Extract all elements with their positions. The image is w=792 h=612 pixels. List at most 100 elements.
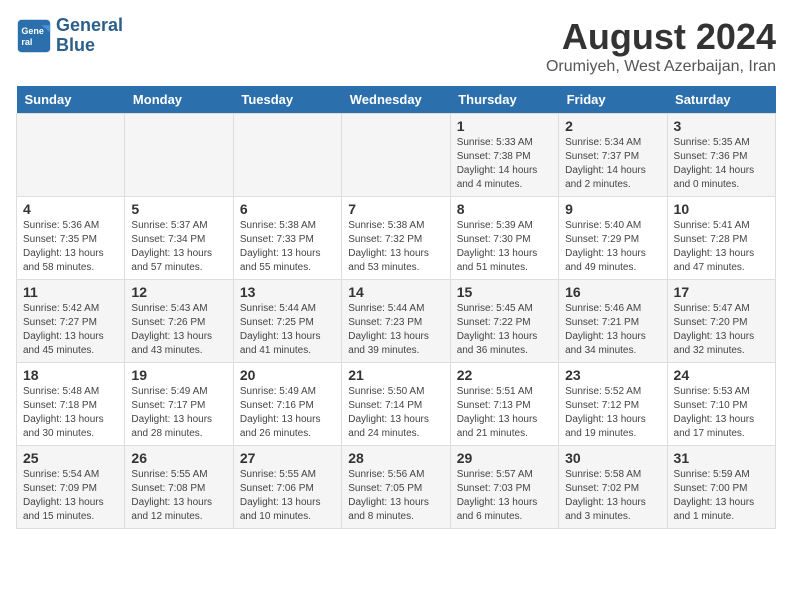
svg-text:ral: ral bbox=[21, 37, 32, 47]
calendar-cell: 16 Sunrise: 5:46 AMSunset: 7:21 PMDayligh… bbox=[559, 280, 667, 363]
day-info: Sunrise: 5:57 AMSunset: 7:03 PMDaylight:… bbox=[457, 468, 552, 524]
day-number: 7 bbox=[348, 201, 443, 217]
day-info: Sunrise: 5:52 AMSunset: 7:12 PMDaylight:… bbox=[565, 385, 660, 441]
calendar-cell: 17Sunrise: 5:47 AMSunset: 7:20 PMDayligh… bbox=[667, 280, 775, 363]
calendar-cell: 3 Sunrise: 5:35 AMSunset: 7:36 PMDaylight… bbox=[667, 114, 775, 197]
day-info: Sunrise: 5:51 AMSunset: 7:13 PMDaylight:… bbox=[457, 385, 552, 441]
logo-icon: Gene ral bbox=[16, 18, 52, 54]
day-number: 29 bbox=[457, 450, 552, 466]
day-number: 15 bbox=[457, 284, 552, 300]
day-number: 28 bbox=[348, 450, 443, 466]
day-info: Sunrise: 5:55 AMSunset: 7:08 PMDaylight:… bbox=[131, 468, 226, 524]
day-number: 10 bbox=[674, 201, 769, 217]
calendar-cell: 2 Sunrise: 5:34 AMSunset: 7:37 PMDaylight… bbox=[559, 114, 667, 197]
calendar-cell: 24Sunrise: 5:53 AMSunset: 7:10 PMDayligh… bbox=[667, 363, 775, 446]
day-number: 30 bbox=[565, 450, 660, 466]
calendar-header-thursday: Thursday bbox=[450, 86, 558, 114]
calendar-cell: 30 Sunrise: 5:58 AMSunset: 7:02 PMDayligh… bbox=[559, 446, 667, 529]
day-info: Sunrise: 5:49 AMSunset: 7:17 PMDaylight:… bbox=[131, 385, 226, 441]
day-number: 26 bbox=[131, 450, 226, 466]
day-info: Sunrise: 5:35 AMSunset: 7:36 PMDaylight:… bbox=[674, 136, 769, 192]
day-number: 12 bbox=[131, 284, 226, 300]
day-info: Sunrise: 5:42 AMSunset: 7:27 PMDaylight:… bbox=[23, 302, 118, 358]
day-number: 18 bbox=[23, 367, 118, 383]
day-number: 13 bbox=[240, 284, 335, 300]
day-number: 21 bbox=[348, 367, 443, 383]
calendar-cell bbox=[342, 114, 450, 197]
day-info: Sunrise: 5:44 AMSunset: 7:25 PMDaylight:… bbox=[240, 302, 335, 358]
day-info: Sunrise: 5:40 AMSunset: 7:29 PMDaylight:… bbox=[565, 219, 660, 275]
day-info: Sunrise: 5:43 AMSunset: 7:26 PMDaylight:… bbox=[131, 302, 226, 358]
calendar-cell: 8 Sunrise: 5:39 AMSunset: 7:30 PMDaylight… bbox=[450, 197, 558, 280]
day-info: Sunrise: 5:49 AMSunset: 7:16 PMDaylight:… bbox=[240, 385, 335, 441]
calendar-week-row: 4 Sunrise: 5:36 AMSunset: 7:35 PMDaylight… bbox=[17, 197, 776, 280]
day-number: 20 bbox=[240, 367, 335, 383]
calendar-week-row: 18Sunrise: 5:48 AMSunset: 7:18 PMDayligh… bbox=[17, 363, 776, 446]
calendar-cell: 12 Sunrise: 5:43 AMSunset: 7:26 PMDayligh… bbox=[125, 280, 233, 363]
calendar-header-monday: Monday bbox=[125, 86, 233, 114]
calendar-cell: 25 Sunrise: 5:54 AMSunset: 7:09 PMDayligh… bbox=[17, 446, 125, 529]
main-title: August 2024 bbox=[546, 16, 776, 58]
calendar-cell bbox=[233, 114, 341, 197]
calendar-cell: 15Sunrise: 5:45 AMSunset: 7:22 PMDayligh… bbox=[450, 280, 558, 363]
calendar-header-friday: Friday bbox=[559, 86, 667, 114]
calendar-cell: 14Sunrise: 5:44 AMSunset: 7:23 PMDayligh… bbox=[342, 280, 450, 363]
calendar-header-row: SundayMondayTuesdayWednesdayThursdayFrid… bbox=[17, 86, 776, 114]
calendar-cell: 13 Sunrise: 5:44 AMSunset: 7:25 PMDayligh… bbox=[233, 280, 341, 363]
calendar-week-row: 25 Sunrise: 5:54 AMSunset: 7:09 PMDayligh… bbox=[17, 446, 776, 529]
day-info: Sunrise: 5:36 AMSunset: 7:35 PMDaylight:… bbox=[23, 219, 118, 275]
day-info: Sunrise: 5:47 AMSunset: 7:20 PMDaylight:… bbox=[674, 302, 769, 358]
title-section: August 2024 Orumiyeh, West Azerbaijan, I… bbox=[546, 16, 776, 76]
day-info: Sunrise: 5:33 AMSunset: 7:38 PMDaylight:… bbox=[457, 136, 552, 192]
day-info: Sunrise: 5:38 AMSunset: 7:33 PMDaylight:… bbox=[240, 219, 335, 275]
calendar-cell: 7 Sunrise: 5:38 AMSunset: 7:32 PMDaylight… bbox=[342, 197, 450, 280]
calendar-table: SundayMondayTuesdayWednesdayThursdayFrid… bbox=[16, 86, 776, 529]
day-info: Sunrise: 5:44 AMSunset: 7:23 PMDaylight:… bbox=[348, 302, 443, 358]
day-info: Sunrise: 5:56 AMSunset: 7:05 PMDaylight:… bbox=[348, 468, 443, 524]
day-number: 4 bbox=[23, 201, 118, 217]
day-number: 2 bbox=[565, 118, 660, 134]
day-number: 16 bbox=[565, 284, 660, 300]
calendar-header-tuesday: Tuesday bbox=[233, 86, 341, 114]
day-info: Sunrise: 5:54 AMSunset: 7:09 PMDaylight:… bbox=[23, 468, 118, 524]
day-number: 9 bbox=[565, 201, 660, 217]
day-number: 19 bbox=[131, 367, 226, 383]
day-number: 25 bbox=[23, 450, 118, 466]
day-number: 11 bbox=[23, 284, 118, 300]
day-info: Sunrise: 5:46 AMSunset: 7:21 PMDaylight:… bbox=[565, 302, 660, 358]
calendar-cell: 4 Sunrise: 5:36 AMSunset: 7:35 PMDaylight… bbox=[17, 197, 125, 280]
day-number: 3 bbox=[674, 118, 769, 134]
day-number: 5 bbox=[131, 201, 226, 217]
calendar-cell: 11 Sunrise: 5:42 AMSunset: 7:27 PMDayligh… bbox=[17, 280, 125, 363]
calendar-cell: 29 Sunrise: 5:57 AMSunset: 7:03 PMDayligh… bbox=[450, 446, 558, 529]
calendar-cell: 22 Sunrise: 5:51 AMSunset: 7:13 PMDayligh… bbox=[450, 363, 558, 446]
calendar-cell bbox=[125, 114, 233, 197]
day-info: Sunrise: 5:38 AMSunset: 7:32 PMDaylight:… bbox=[348, 219, 443, 275]
logo-text: General Blue bbox=[56, 16, 123, 56]
day-number: 8 bbox=[457, 201, 552, 217]
calendar-cell: 31 Sunrise: 5:59 AMSunset: 7:00 PMDayligh… bbox=[667, 446, 775, 529]
calendar-cell bbox=[17, 114, 125, 197]
svg-text:Gene: Gene bbox=[21, 26, 44, 36]
calendar-cell: 19 Sunrise: 5:49 AMSunset: 7:17 PMDayligh… bbox=[125, 363, 233, 446]
subtitle: Orumiyeh, West Azerbaijan, Iran bbox=[546, 58, 776, 76]
calendar-cell: 23Sunrise: 5:52 AMSunset: 7:12 PMDayligh… bbox=[559, 363, 667, 446]
day-info: Sunrise: 5:39 AMSunset: 7:30 PMDaylight:… bbox=[457, 219, 552, 275]
day-number: 6 bbox=[240, 201, 335, 217]
calendar-cell: 20 Sunrise: 5:49 AMSunset: 7:16 PMDayligh… bbox=[233, 363, 341, 446]
calendar-cell: 9 Sunrise: 5:40 AMSunset: 7:29 PMDaylight… bbox=[559, 197, 667, 280]
logo: Gene ral General Blue bbox=[16, 16, 123, 56]
day-number: 31 bbox=[674, 450, 769, 466]
calendar-header-saturday: Saturday bbox=[667, 86, 775, 114]
day-info: Sunrise: 5:55 AMSunset: 7:06 PMDaylight:… bbox=[240, 468, 335, 524]
calendar-header-wednesday: Wednesday bbox=[342, 86, 450, 114]
day-info: Sunrise: 5:34 AMSunset: 7:37 PMDaylight:… bbox=[565, 136, 660, 192]
page-header: Gene ral General Blue August 2024 Orumiy… bbox=[16, 16, 776, 76]
calendar-cell: 5 Sunrise: 5:37 AMSunset: 7:34 PMDaylight… bbox=[125, 197, 233, 280]
day-info: Sunrise: 5:37 AMSunset: 7:34 PMDaylight:… bbox=[131, 219, 226, 275]
day-info: Sunrise: 5:50 AMSunset: 7:14 PMDaylight:… bbox=[348, 385, 443, 441]
day-info: Sunrise: 5:59 AMSunset: 7:00 PMDaylight:… bbox=[674, 468, 769, 524]
day-info: Sunrise: 5:58 AMSunset: 7:02 PMDaylight:… bbox=[565, 468, 660, 524]
day-number: 22 bbox=[457, 367, 552, 383]
calendar-week-row: 11 Sunrise: 5:42 AMSunset: 7:27 PMDayligh… bbox=[17, 280, 776, 363]
